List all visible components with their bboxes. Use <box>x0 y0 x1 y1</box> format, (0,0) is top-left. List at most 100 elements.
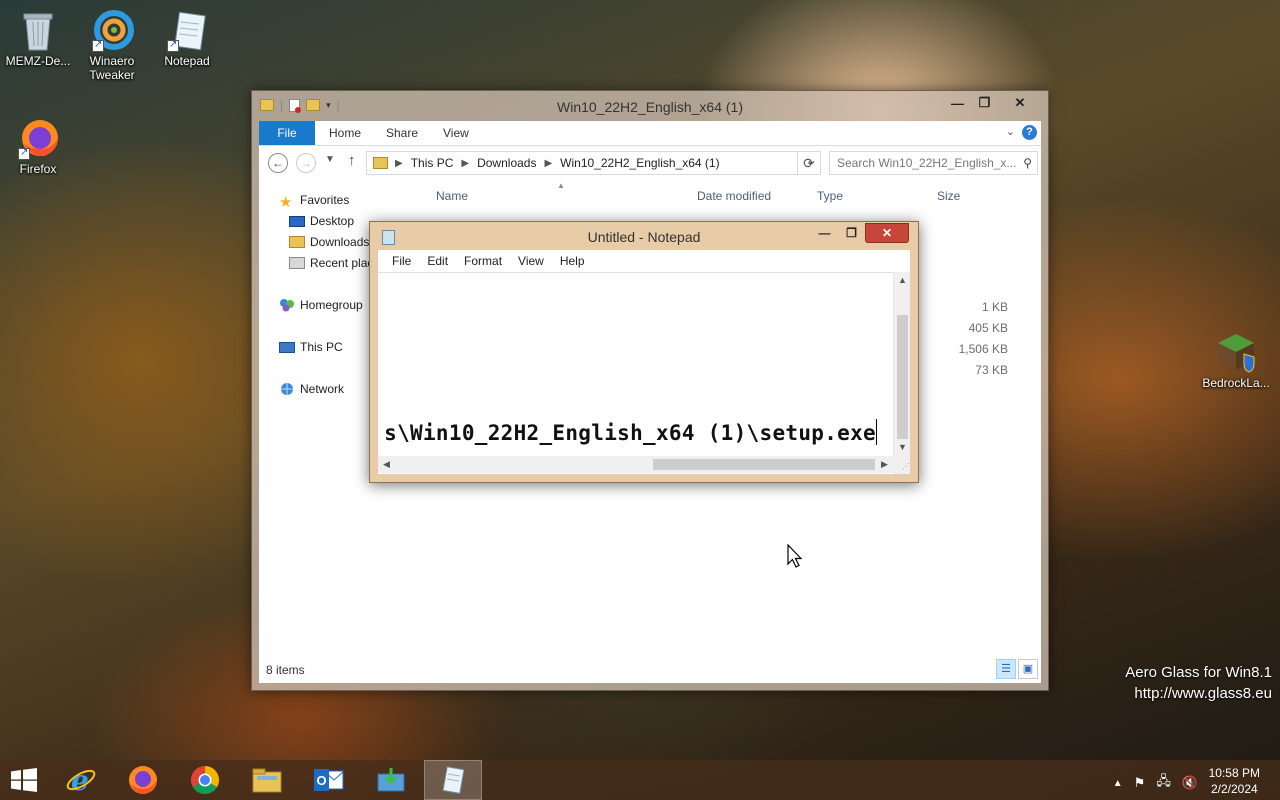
nav-desktop[interactable]: Desktop <box>289 214 354 228</box>
minimize-button[interactable]: — <box>944 93 971 113</box>
taskbar-internet-explorer[interactable]: e <box>52 760 110 800</box>
breadcrumb-separator-icon[interactable]: ▶ <box>395 158 403 169</box>
up-button[interactable]: ↑ <box>348 152 356 169</box>
explorer-title: Win10_22H2_English_x64 (1) <box>557 99 743 115</box>
search-input[interactable]: Search Win10_22H2_English_x... ⚲ <box>829 151 1038 175</box>
desktop-icon-notepad[interactable]: Notepad <box>149 8 225 68</box>
notepad-text[interactable]: s\Win10_22H2_English_x64 (1)\setup.exe <box>384 421 876 445</box>
taskbar-firefox[interactable] <box>114 760 172 800</box>
shortcut-arrow-icon <box>92 38 104 52</box>
breadcrumb-this-pc[interactable]: This PC <box>411 156 454 170</box>
file-size: 1,506 KB <box>958 342 1008 356</box>
column-size[interactable]: Size <box>937 189 960 203</box>
breadcrumb-current-folder[interactable]: Win10_22H2_English_x64 (1) <box>560 156 719 170</box>
nav-downloads[interactable]: Downloads <box>289 235 369 249</box>
taskbar-outlook[interactable]: O <box>300 760 358 800</box>
desktop-icon-firefox[interactable]: Firefox <box>0 116 76 176</box>
notepad-window[interactable]: Untitled - Notepad — ❐ ✕ File Edit Forma… <box>369 221 919 483</box>
maximize-button[interactable]: ❐ <box>971 93 998 113</box>
text-caret <box>876 419 877 445</box>
action-center-flag-icon[interactable]: ⚑ <box>1134 775 1146 791</box>
star-icon: ★ <box>279 194 293 211</box>
menu-edit[interactable]: Edit <box>419 254 456 268</box>
notepad-text-area[interactable]: s\Win10_22H2_English_x64 (1)\setup.exe <box>378 272 910 474</box>
ribbon: File Home Share View ⌄ ? <box>259 121 1041 146</box>
scroll-up-arrow-icon[interactable]: ▲ <box>894 272 911 289</box>
horizontal-scrollbar[interactable]: ◀ ▶ <box>378 456 893 473</box>
file-explorer-icon <box>252 768 282 793</box>
desktop-icon-bedrock-launcher[interactable]: BedrockLa... <box>1198 330 1274 390</box>
nav-recent-places[interactable]: Recent plac <box>289 256 373 270</box>
shortcut-arrow-icon <box>18 146 30 160</box>
menu-view[interactable]: View <box>510 254 552 268</box>
taskbar-file-explorer[interactable] <box>238 760 296 800</box>
outlook-icon: O <box>314 769 344 791</box>
close-button[interactable]: ✕ <box>998 93 1042 113</box>
system-tray: ▲ ⚑ 🖧 🔇 <box>1113 772 1198 794</box>
column-type[interactable]: Type <box>817 189 843 203</box>
internet-explorer-icon: e <box>66 764 96 796</box>
tab-view[interactable]: View <box>431 121 481 145</box>
taskbar: e O ▲ ⚑ 🖧 🔇 10:58 PM 2/2/2024 <box>0 760 1280 800</box>
vertical-scrollbar[interactable]: ▲ ▼ <box>893 272 910 456</box>
nav-label: Homegroup <box>300 298 363 312</box>
desktop-icon-label: Notepad <box>164 54 210 68</box>
taskbar-notepad[interactable] <box>424 760 482 800</box>
start-button[interactable] <box>10 768 40 792</box>
clock[interactable]: 10:58 PM 2/2/2024 <box>1209 765 1260 797</box>
menu-help[interactable]: Help <box>552 254 593 268</box>
file-size: 73 KB <box>975 363 1008 377</box>
minimize-button[interactable]: — <box>811 223 838 243</box>
vertical-scroll-thumb[interactable] <box>897 315 908 439</box>
desktop-icon-winaero-tweaker[interactable]: Winaero Tweaker <box>74 8 150 82</box>
notepad-window-controls: — ❐ ✕ <box>811 223 909 243</box>
breadcrumb-downloads[interactable]: Downloads <box>477 156 536 170</box>
explorer-titlebar[interactable]: | ▾ | Win10_22H2_English_x64 (1) — ❐ ✕ <box>252 91 1048 121</box>
resize-grip-icon[interactable]: ⋰ <box>893 456 910 474</box>
firefox-icon <box>16 116 60 160</box>
menu-file[interactable]: File <box>384 254 419 268</box>
horizontal-scroll-thumb[interactable] <box>653 459 875 470</box>
windows-logo-icon <box>11 768 37 792</box>
help-icon[interactable]: ? <box>1022 125 1037 140</box>
scroll-left-arrow-icon[interactable]: ◀ <box>378 456 395 473</box>
folder-icon <box>373 157 388 169</box>
show-hidden-icons-chevron-icon[interactable]: ▲ <box>1113 778 1123 789</box>
large-icons-view-button[interactable]: ▣ <box>1018 659 1038 679</box>
nav-homegroup[interactable]: Homegroup <box>279 298 363 312</box>
address-bar[interactable]: ▶ This PC ▶ Downloads ▶ Win10_22H2_Engli… <box>366 151 821 175</box>
tab-share[interactable]: Share <box>374 121 430 145</box>
forward-button[interactable]: → <box>296 153 316 173</box>
volume-muted-icon[interactable]: 🔇 <box>1182 775 1198 791</box>
tab-file[interactable]: File <box>259 121 315 145</box>
column-name[interactable]: Name <box>436 189 468 203</box>
recycle-bin-icon <box>16 8 60 52</box>
expand-ribbon-chevron-icon[interactable]: ⌄ <box>1006 125 1015 138</box>
details-view-button[interactable]: ☰ <box>996 659 1016 679</box>
recent-locations-chevron-icon[interactable]: ▼ <box>325 154 335 165</box>
column-date-modified[interactable]: Date modified <box>697 189 771 203</box>
status-bar: 8 items ☰ ▣ <box>259 655 1041 683</box>
close-button[interactable]: ✕ <box>865 223 909 243</box>
nav-network[interactable]: Network <box>279 382 344 396</box>
back-button[interactable]: ← <box>268 153 288 173</box>
taskbar-chrome[interactable] <box>176 760 234 800</box>
network-icon[interactable]: 🖧 <box>1156 772 1171 794</box>
winaero-tweaker-icon <box>90 8 134 52</box>
maximize-button[interactable]: ❐ <box>838 223 865 243</box>
nav-label: Desktop <box>310 214 355 228</box>
taskbar-download-app[interactable] <box>362 760 420 800</box>
scroll-right-arrow-icon[interactable]: ▶ <box>876 456 893 473</box>
explorer-window-controls: — ❐ ✕ <box>944 93 1042 113</box>
refresh-button[interactable]: ⟳ <box>797 151 821 175</box>
menu-format[interactable]: Format <box>456 254 510 268</box>
bedrock-launcher-icon <box>1214 330 1258 374</box>
breadcrumb-separator-icon[interactable]: ▶ <box>544 158 552 169</box>
tab-home[interactable]: Home <box>317 121 373 145</box>
file-size: 1 KB <box>981 300 1008 314</box>
breadcrumb-separator-icon[interactable]: ▶ <box>461 158 469 169</box>
scroll-down-arrow-icon[interactable]: ▼ <box>894 439 911 456</box>
nav-favorites[interactable]: ★ Favorites <box>279 193 349 211</box>
desktop-icon-memz[interactable]: MEMZ-De... <box>0 8 76 68</box>
nav-this-pc[interactable]: This PC <box>279 340 343 354</box>
